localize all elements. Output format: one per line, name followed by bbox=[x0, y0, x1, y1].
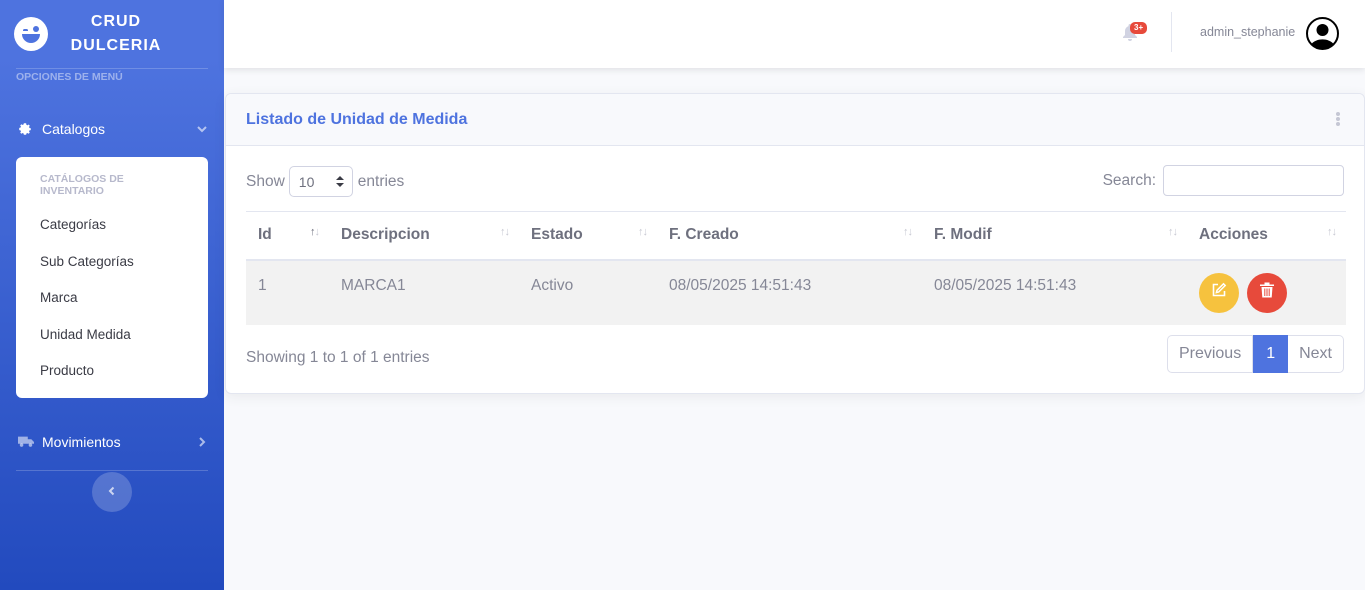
cell-f-creado: 08/05/2025 14:51:43 bbox=[657, 259, 922, 325]
cell-estado: Activo bbox=[519, 259, 657, 325]
search-label: Search: bbox=[1102, 171, 1156, 189]
column-header-estado[interactable]: Estado ↑↓ bbox=[519, 211, 657, 261]
search-input[interactable] bbox=[1163, 165, 1344, 196]
sidebar-item-label: Movimientos bbox=[42, 433, 121, 450]
page-title: Listado de Unidad de Medida bbox=[246, 110, 468, 128]
submenu-item-sub-categorias[interactable]: Sub Categorías bbox=[16, 244, 208, 281]
topbar: 3+ admin_stephanie bbox=[224, 0, 1365, 68]
submenu-item-unidad-medida[interactable]: Unidad Medida bbox=[16, 317, 208, 354]
topbar-divider bbox=[1171, 12, 1172, 52]
column-header-acciones[interactable]: Acciones ↑↓ bbox=[1187, 211, 1346, 261]
trash-icon bbox=[1260, 282, 1275, 303]
page-length-control: Show 10 entries bbox=[246, 166, 404, 197]
notification-badge: 3+ bbox=[1130, 22, 1148, 34]
table-info: Showing 1 to 1 of 1 entries bbox=[246, 349, 430, 366]
user-avatar-icon[interactable] bbox=[1306, 17, 1339, 50]
submenu-header: CATÁLOGOS DE INVENTARIO bbox=[40, 173, 124, 197]
user-name[interactable]: admin_stephanie bbox=[1200, 25, 1295, 39]
sidebar-item-movimientos[interactable]: Movimientos bbox=[0, 422, 224, 462]
catalogos-submenu: CATÁLOGOS DE INVENTARIO Categorías Sub C… bbox=[16, 157, 208, 398]
chevron-down-icon bbox=[196, 123, 208, 135]
unidad-medida-table: Id ↑↓ Descripcion ↑↓ Estado ↑↓ F. Creado ↑↓ … bbox=[246, 211, 1346, 325]
unidad-medida-card: Listado de Unidad de Medida Show 10 entr… bbox=[225, 93, 1365, 394]
sort-icon: ↑↓ bbox=[638, 226, 648, 238]
page-length-value: 10 bbox=[298, 173, 315, 190]
page-length-select[interactable]: 10 bbox=[288, 166, 353, 197]
pagination: Previous 1 Next bbox=[1166, 335, 1344, 373]
submenu-item-producto[interactable]: Producto bbox=[16, 353, 208, 390]
column-header-descripcion[interactable]: Descripcion ↑↓ bbox=[329, 211, 519, 261]
select-arrows-icon bbox=[335, 174, 344, 190]
sort-icon: ↑↓ bbox=[903, 226, 913, 238]
sidebar: CRUD DULCERIA OPCIONES DE MENÚ Catalogos… bbox=[0, 0, 224, 590]
sidebar-item-catalogos[interactable]: Catalogos bbox=[0, 109, 224, 149]
cell-id: 1 bbox=[246, 259, 329, 325]
truck-icon bbox=[18, 435, 34, 448]
cell-acciones bbox=[1187, 259, 1346, 325]
cell-f-modif: 08/05/2025 14:51:43 bbox=[922, 259, 1187, 325]
brand-line-2: DULCERIA bbox=[70, 37, 162, 54]
sidebar-heading: OPCIONES DE MENÚ bbox=[16, 71, 123, 83]
column-header-id[interactable]: Id ↑↓ bbox=[246, 211, 329, 261]
brand-line-1: CRUD bbox=[90, 13, 142, 30]
sort-icon: ↑↓ bbox=[1327, 226, 1337, 238]
edit-button[interactable] bbox=[1199, 272, 1239, 313]
search-control: Search: bbox=[1103, 165, 1344, 196]
table-row: 1 MARCA1 Activo 08/05/2025 14:51:43 08/0… bbox=[246, 259, 1346, 325]
edit-icon bbox=[1211, 282, 1227, 303]
brand[interactable]: CRUD DULCERIA bbox=[0, 0, 224, 68]
chevron-left-icon bbox=[107, 483, 117, 501]
sidebar-divider bbox=[16, 469, 208, 471]
chevron-right-icon bbox=[196, 436, 208, 448]
pagination-next[interactable]: Next bbox=[1288, 335, 1344, 373]
more-vertical-icon[interactable] bbox=[1336, 112, 1340, 126]
show-label: Show bbox=[246, 172, 285, 190]
wink-face-icon bbox=[14, 17, 48, 51]
card-header: Listado de Unidad de Medida bbox=[226, 94, 1364, 146]
entries-label: entries bbox=[357, 172, 405, 190]
column-header-f-modif[interactable]: F. Modif ↑↓ bbox=[922, 211, 1187, 261]
pagination-page-1[interactable]: 1 bbox=[1253, 335, 1289, 373]
sort-icon: ↑↓ bbox=[1168, 226, 1178, 238]
submenu-item-marca[interactable]: Marca bbox=[16, 280, 208, 317]
cell-descripcion: MARCA1 bbox=[329, 259, 519, 325]
sort-asc-icon: ↑↓ bbox=[310, 226, 320, 238]
submenu-item-categorias[interactable]: Categorías bbox=[16, 207, 208, 244]
sidebar-toggle-button[interactable] bbox=[92, 472, 132, 512]
delete-button[interactable] bbox=[1247, 272, 1288, 313]
table-header-row: Id ↑↓ Descripcion ↑↓ Estado ↑↓ F. Creado ↑↓ … bbox=[246, 211, 1346, 261]
brand-name: CRUD DULCERIA bbox=[68, 10, 164, 58]
column-header-f-creado[interactable]: F. Creado ↑↓ bbox=[657, 211, 922, 261]
gear-icon bbox=[18, 122, 34, 136]
pagination-previous[interactable]: Previous bbox=[1166, 335, 1254, 373]
sidebar-item-label: Catalogos bbox=[42, 121, 106, 137]
sort-icon: ↑↓ bbox=[500, 226, 510, 238]
